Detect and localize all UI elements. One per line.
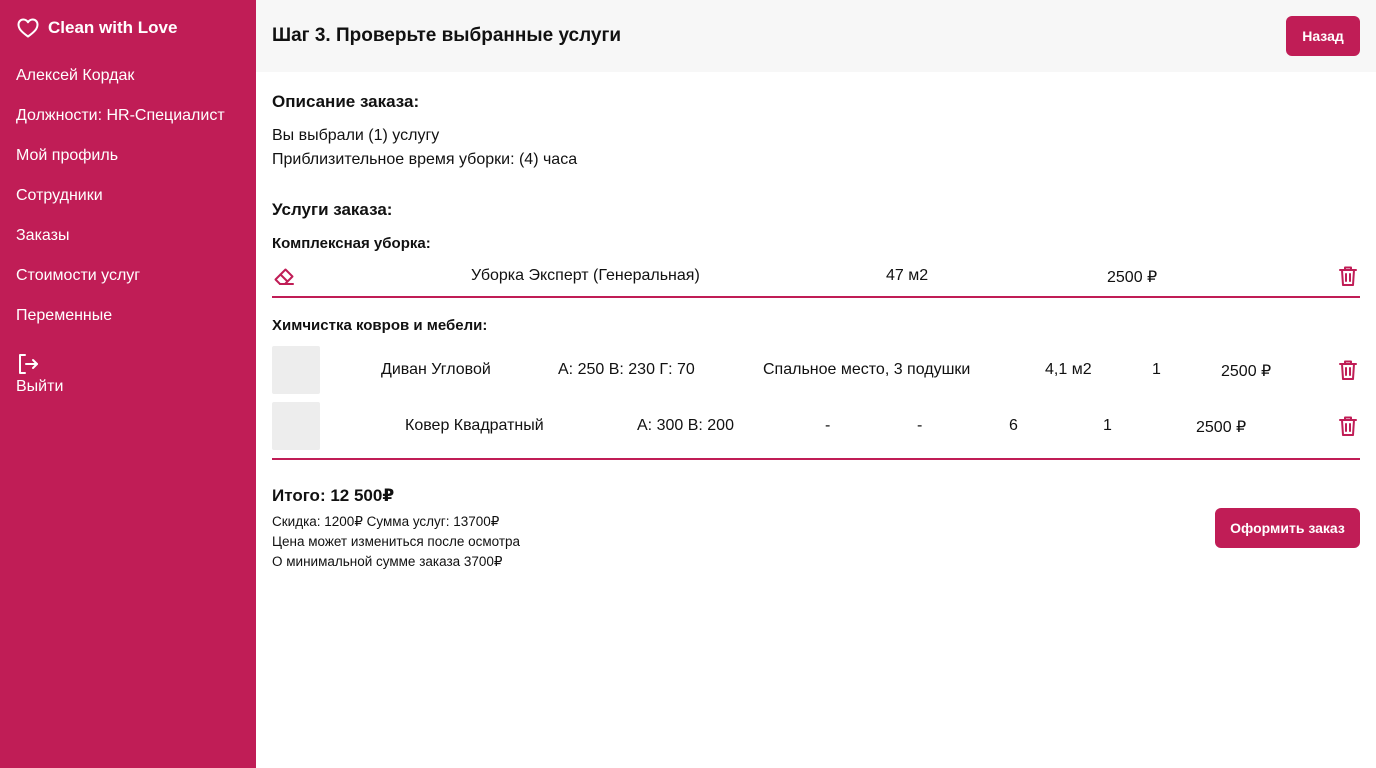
complex-service-area: 47 м2	[886, 267, 929, 284]
dry-cleaning-heading: Химчистка ковров и мебели:	[272, 317, 488, 334]
main-content: Шаг 3. Проверьте выбранные услуги Назад …	[256, 0, 1376, 768]
sidebar-item-employees[interactable]: Сотрудники	[16, 184, 225, 224]
delete-item-icon[interactable]	[1336, 358, 1360, 382]
place-order-button[interactable]: Оформить заказ	[1215, 508, 1360, 548]
complex-cleaning-heading: Комплексная уборка:	[272, 235, 431, 252]
item-name: Диван Угловой	[381, 361, 491, 378]
item-details: Спальное место, 3 подушки	[763, 361, 971, 378]
item-extra: -	[917, 417, 923, 434]
item-price: 2500 ₽	[1221, 363, 1272, 380]
logout-label: Выйти	[16, 378, 64, 395]
page-title: Шаг 3. Проверьте выбранные услуги	[272, 25, 622, 46]
back-button[interactable]: Назад	[1286, 16, 1360, 56]
sidebar-item-my-profile[interactable]: Мой профиль	[16, 144, 225, 184]
brand[interactable]: Clean with Love	[16, 16, 177, 40]
sidebar-item-user-name[interactable]: Алексей Кордак	[16, 64, 225, 104]
discount-line: Скидка: 1200₽ Сумма услуг: 13700₽	[272, 514, 500, 529]
sidebar: Clean with Love Алексей Кордак Должности…	[0, 0, 256, 768]
sidebar-item-position[interactable]: Должности: HR-Специалист	[16, 104, 225, 144]
logout-icon	[19, 354, 38, 374]
item-area: 4,1 м2	[1045, 361, 1092, 378]
sidebar-item-variables[interactable]: Переменные	[16, 304, 225, 344]
item-area: 6	[1009, 417, 1018, 434]
item-details: -	[825, 417, 831, 434]
item-name: Ковер Квадратный	[405, 417, 544, 434]
divider	[272, 296, 1360, 298]
heart-icon	[17, 18, 39, 38]
logout-button[interactable]: Выйти	[16, 352, 63, 396]
order-description-heading: Описание заказа:	[272, 92, 420, 111]
complex-service-name: Уборка Эксперт (Генеральная)	[471, 267, 700, 284]
estimated-time: Приблизительное время уборки: (4) часа	[272, 151, 578, 168]
item-dimensions: А: 250 В: 230 Г: 70	[558, 361, 695, 378]
delete-complex-service-icon[interactable]	[1336, 264, 1360, 288]
item-thumbnail	[272, 346, 320, 394]
eraser-icon	[274, 268, 294, 285]
price-change-note: Цена может измениться после осмотра	[272, 534, 521, 549]
item-dimensions: А: 300 В: 200	[637, 417, 734, 434]
item-quantity: 1	[1103, 417, 1112, 434]
selected-services-count: Вы выбрали (1) услугу	[272, 127, 440, 144]
order-total: Итого: 12 500₽	[272, 486, 395, 505]
item-price: 2500 ₽	[1196, 419, 1247, 436]
divider	[272, 458, 1360, 460]
order-services-heading: Услуги заказа:	[272, 200, 393, 219]
sidebar-item-orders[interactable]: Заказы	[16, 224, 225, 264]
item-thumbnail	[272, 402, 320, 450]
minimum-order-note: О минимальной сумме заказа 3700₽	[272, 554, 503, 569]
sidebar-item-service-prices[interactable]: Стоимости услуг	[16, 264, 225, 304]
delete-item-icon[interactable]	[1336, 414, 1360, 438]
item-quantity: 1	[1152, 361, 1161, 378]
sidebar-nav: Алексей Кордак Должности: HR-Специалист …	[16, 64, 225, 344]
complex-service-price: 2500 ₽	[1107, 269, 1158, 286]
header: Шаг 3. Проверьте выбранные услуги Назад	[256, 0, 1376, 72]
brand-name: Clean with Love	[48, 18, 178, 37]
